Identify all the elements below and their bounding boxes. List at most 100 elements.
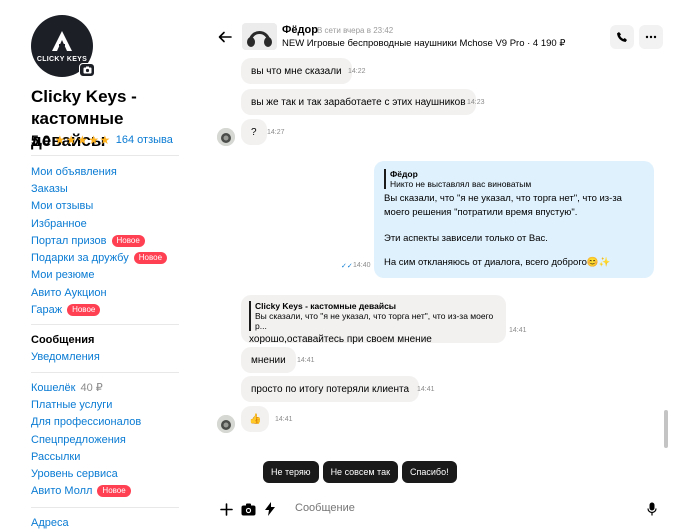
microphone-icon[interactable] xyxy=(645,502,659,516)
plus-icon[interactable] xyxy=(219,502,233,516)
sidebar-item-label: Уведомления xyxy=(31,350,100,363)
sidebar-item[interactable]: Заказы xyxy=(31,180,167,197)
message-text: вы что мне сказали xyxy=(251,65,342,77)
sidebar-item[interactable]: Спецпредложения xyxy=(31,431,141,448)
contact-avatar[interactable] xyxy=(217,128,235,146)
profile-avatar[interactable]: CLICKY KEYS xyxy=(31,15,95,77)
sidebar-item-label: Сообщения xyxy=(31,333,95,346)
sidebar-item[interactable]: Адреса xyxy=(31,514,69,531)
sidebar-item-label: Заказы xyxy=(31,182,68,195)
message-time: 14:27 xyxy=(267,129,285,136)
message-bubble[interactable]: 👍 xyxy=(241,406,270,432)
more-dots-icon[interactable] xyxy=(639,25,663,49)
contact-name[interactable]: Фёдор xyxy=(282,24,318,36)
message-bubble[interactable]: мнении xyxy=(241,347,296,373)
sidebar-item-label: Авито Аукцион xyxy=(31,286,107,299)
message-list[interactable]: вы что мне сказали 14:22 вы же так и так… xyxy=(205,58,675,448)
sidebar-item-label: Кошелёк xyxy=(31,381,76,394)
reviews-link[interactable]: 164 отзыва xyxy=(116,134,173,146)
sidebar-item[interactable]: Для профессионалов xyxy=(31,414,141,431)
scrollbar-thumb[interactable] xyxy=(664,410,668,448)
avatar-logo-text: CLICKY KEYS xyxy=(36,56,88,63)
quick-reply-button[interactable]: Спасибо! xyxy=(402,461,457,483)
divider xyxy=(31,507,179,508)
menu-main: Мои объявления Заказы Мои отзывы Избранное П… xyxy=(31,163,168,319)
sidebar-item[interactable]: Рассылки xyxy=(31,448,141,465)
sidebar-item[interactable]: Мои объявления xyxy=(31,163,167,180)
sidebar-item-label: Для профессионалов xyxy=(31,416,142,429)
message-line: Вы сказали, что "я не указал, что торга … xyxy=(384,193,622,204)
sidebar-item-label: Платные услуги xyxy=(31,398,113,411)
product-thumbnail[interactable] xyxy=(242,23,277,50)
sidebar-item[interactable]: Кошелёк 40 ₽ xyxy=(31,379,141,396)
sidebar-item[interactable]: Уведомления xyxy=(31,348,100,365)
message-time: 14:22 xyxy=(348,68,366,75)
sidebar-item[interactable]: Подарки за дружбу Новое xyxy=(31,249,168,266)
arrow-left-icon[interactable] xyxy=(217,29,233,45)
sidebar-item-label: Мои отзывы xyxy=(31,200,94,213)
message-text: просто по итогу потеряли клиента xyxy=(251,383,410,395)
sidebar-item-label: Авито Молл xyxy=(31,485,93,498)
quoted-message[interactable]: Clicky Keys - кастомные девайсы Вы сказа… xyxy=(249,301,498,331)
quick-reply-button[interactable]: Не теряю xyxy=(263,461,319,483)
message-time: 14:41 xyxy=(509,327,527,334)
sidebar-item[interactable]: Уровень сервиса xyxy=(31,465,141,482)
lightning-icon[interactable] xyxy=(263,502,277,516)
message-text: ? xyxy=(251,126,257,138)
message-time: 14:23 xyxy=(467,99,485,106)
contact-status: В сети вчера в 23:42 xyxy=(317,26,394,35)
sidebar-item-label: Мои объявления xyxy=(31,165,117,178)
listing-title[interactable]: NEW Игровые беспроводные наушники Mchose… xyxy=(282,38,565,49)
menu-services: Кошелёк 40 ₽ Платные услуги Для профессиона… xyxy=(31,379,141,500)
new-badge: Новое xyxy=(67,304,101,317)
chat-header: Фёдор В сети вчера в 23:42 NEW Игровые б… xyxy=(205,12,675,60)
phone-icon[interactable] xyxy=(610,25,634,49)
new-badge: Новое xyxy=(111,234,145,247)
clicky-keys-logo xyxy=(52,31,72,51)
message-bubble[interactable]: вы что мне сказали xyxy=(241,58,352,84)
message-input[interactable] xyxy=(295,502,595,514)
sidebar-item-label: Адреса xyxy=(31,516,69,529)
message-time: 14:41 xyxy=(275,416,293,423)
sidebar-item-label: Подарки за дружбу xyxy=(31,252,129,265)
sidebar-item[interactable]: Мои отзывы xyxy=(31,198,167,215)
message-text: хорошо,оставайтесь при своем мнение xyxy=(249,334,432,345)
sidebar-item[interactable]: Платные услуги xyxy=(31,396,141,413)
sidebar: CLICKY KEYS Clicky Keys - кастомные дева… xyxy=(0,0,205,531)
message-bubble[interactable]: ? xyxy=(241,119,267,145)
quote-text: Никто не выставлял вас виноватым xyxy=(390,179,532,189)
quoted-message[interactable]: Фёдор Никто не выставлял вас виноватым xyxy=(384,169,644,189)
rating-row: 5,0 ★★★★★ 164 отзыва xyxy=(31,132,173,148)
quick-reply-button[interactable]: Не совсем так xyxy=(322,461,399,483)
sidebar-item-label: Рассылки xyxy=(31,450,81,463)
sidebar-item[interactable]: Избранное xyxy=(31,215,167,232)
sidebar-item[interactable]: Авито Аукцион xyxy=(31,284,167,301)
sidebar-item[interactable]: Сообщения xyxy=(31,331,100,348)
outgoing-message-bubble[interactable]: Фёдор Никто не выставлял вас виноватым В… xyxy=(374,161,654,278)
camera-icon[interactable] xyxy=(240,502,256,516)
sidebar-item[interactable]: Гараж Новое xyxy=(31,301,167,318)
quote-author: Clicky Keys - кастомные девайсы xyxy=(255,301,397,311)
message-composer xyxy=(205,495,675,525)
sidebar-item-label: Избранное xyxy=(31,217,87,230)
message-line: На сим откланяюсь от диалога, всего добр… xyxy=(384,256,611,268)
quick-replies: Не теряю Не совсем так Спасибо! xyxy=(263,461,457,483)
quote-author: Фёдор xyxy=(390,169,418,179)
message-bubble[interactable]: просто по итогу потеряли клиента xyxy=(241,376,420,402)
message-time: 14:41 xyxy=(297,357,315,364)
message-bubble[interactable]: Clicky Keys - кастомные девайсы Вы сказа… xyxy=(241,295,506,345)
message-text: мнении xyxy=(251,354,286,366)
message-text: вы же так и так заработаете с этих наушн… xyxy=(251,96,466,108)
message-line: моего решения "потратили время впустую". xyxy=(384,206,578,218)
sidebar-item[interactable]: Мои резюме xyxy=(31,267,167,284)
divider xyxy=(31,372,179,373)
camera-icon[interactable] xyxy=(79,63,95,77)
contact-avatar[interactable] xyxy=(217,415,235,433)
message-bubble[interactable]: вы же так и так заработаете с этих наушн… xyxy=(241,89,476,115)
new-badge: Новое xyxy=(97,485,131,498)
message-time: 14:40 xyxy=(353,262,371,269)
message-text-block: Вы сказали, что "я не указал, что торга … xyxy=(384,192,644,269)
sidebar-item[interactable]: Авито Молл Новое xyxy=(31,483,141,500)
sidebar-item-label: Мои резюме xyxy=(31,269,95,282)
sidebar-item[interactable]: Портал призов Новое xyxy=(31,232,167,249)
